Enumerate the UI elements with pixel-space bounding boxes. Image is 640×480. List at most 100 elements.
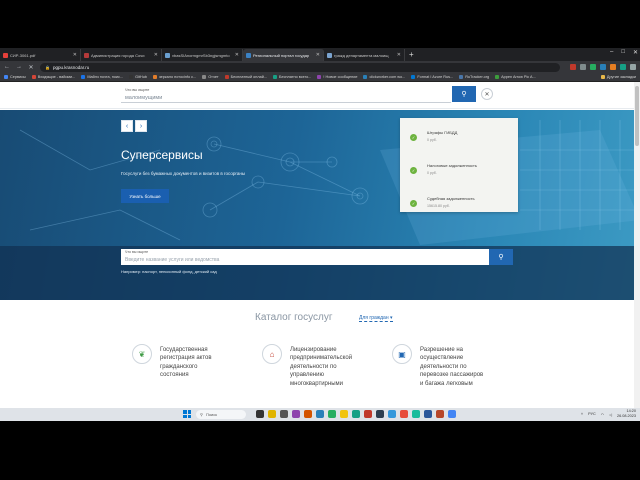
app-icon[interactable] — [340, 410, 348, 418]
tab-close-icon[interactable]: ✕ — [73, 52, 77, 58]
powerpoint-icon[interactable] — [436, 410, 444, 418]
extension-icon[interactable] — [610, 64, 616, 70]
chrome-icon[interactable] — [448, 410, 456, 418]
chevron-down-icon: ▾ — [389, 315, 393, 321]
app-icon[interactable] — [352, 410, 360, 418]
bookmark-item[interactable]: GitHub — [129, 75, 147, 79]
app-icon[interactable] — [364, 410, 372, 418]
extensions — [570, 64, 636, 70]
forward-icon[interactable]: → — [16, 64, 22, 70]
app-icon[interactable] — [316, 410, 324, 418]
carousel-prev-button[interactable]: ‹ — [121, 120, 133, 132]
bookmark-item[interactable]: clickworker.com wo... — [363, 75, 405, 79]
service-title: Штрафы ГИБДД — [427, 130, 458, 135]
app-icon[interactable] — [256, 410, 264, 418]
app-icon[interactable] — [376, 410, 384, 418]
tab-close-icon[interactable]: ✕ — [154, 52, 158, 58]
bookmark-label: Сервисы — [10, 75, 26, 79]
scrollbar-thumb[interactable] — [635, 86, 639, 146]
bookmark-item[interactable]: Бесплатно всего... — [273, 75, 311, 79]
tab-title: гражд департамента малоищ — [334, 52, 389, 58]
search-example: Например: паспорт, пенсионный фонд, детс… — [121, 269, 217, 274]
app-icon[interactable] — [304, 410, 312, 418]
bookmark-item[interactable]: Бесплатный онлай... — [224, 75, 267, 79]
chevron-up-icon[interactable]: ˄ — [581, 412, 583, 416]
bookmark-label: RuTracker.org — [465, 75, 490, 79]
app-icon[interactable] — [400, 410, 408, 418]
catalog-item[interactable]: ⌂ Лицензирование предпринимательской деят… — [262, 344, 382, 404]
app-icon[interactable] — [292, 410, 300, 418]
bookmark-item[interactable]: зеркало нотосinfo с... — [152, 75, 196, 79]
extension-icon[interactable] — [620, 64, 626, 70]
bookmark-label: ! Новое сообщение — [323, 75, 358, 79]
minimize-icon[interactable]: – — [610, 49, 613, 56]
bookmark-favicon-icon — [129, 75, 134, 79]
menu-icon[interactable] — [630, 64, 636, 70]
browser-tab[interactable]: СИР-3061.pdf ✕ — [0, 49, 81, 61]
catalog-item[interactable]: ▣ Разрешение на осуществление деятельност… — [392, 344, 512, 404]
browser-tab[interactable]: Администрация города Сочи ✕ — [81, 49, 162, 61]
extension-icon[interactable] — [600, 64, 606, 70]
window-controls: – □ ✕ — [610, 49, 638, 56]
web-page: Что вы ищите малоимущими ⚲ ✕ ‹ › Суперсе… — [0, 82, 640, 408]
carousel-next-button[interactable]: › — [135, 120, 147, 132]
windows-start-icon[interactable] — [183, 410, 191, 418]
bookmark-item[interactable]: RuTracker.org — [459, 75, 489, 79]
app-icon[interactable] — [388, 410, 396, 418]
new-tab-button[interactable]: + — [405, 49, 418, 61]
volume-icon[interactable]: ◁ — [609, 412, 612, 417]
house-icon: ⌂ — [262, 344, 282, 364]
tab-favicon-icon — [84, 52, 89, 58]
app-icon[interactable] — [280, 410, 288, 418]
bookmark-item[interactable]: Майлз почта, поис... — [81, 75, 123, 79]
word-icon[interactable] — [424, 410, 432, 418]
bookmark-item[interactable]: Appen Arrow Pic A... — [495, 75, 536, 79]
browser-tab[interactable]: vbasSIAnormgmrSb3ngjsmgmto ✕ — [162, 49, 243, 61]
catalog-item[interactable]: ❦ Государственная регистрация актов гражд… — [132, 344, 252, 404]
address-field[interactable]: 🔒 pgpu.krasnodar.ru — [40, 62, 560, 72]
bookmark-label: clickworker.com wo... — [369, 75, 406, 79]
close-window-icon[interactable]: ✕ — [633, 49, 638, 56]
chevron-right-icon: › — [139, 122, 143, 130]
app-icon[interactable] — [268, 410, 276, 418]
service-search-field[interactable]: Что вы ищите Введите название услуги или… — [121, 249, 489, 265]
bookmark-label: Format I Azure Rus... — [417, 75, 454, 79]
tab-close-icon[interactable]: ✕ — [316, 52, 320, 58]
bookmark-favicon-icon — [273, 75, 277, 79]
back-icon[interactable]: ← — [4, 64, 10, 70]
extension-icon[interactable] — [590, 64, 596, 70]
bookmark-item[interactable]: Отчет — [202, 75, 219, 79]
app-icon[interactable] — [412, 410, 420, 418]
bookmark-label: GitHub — [135, 75, 147, 79]
bookmark-item[interactable]: ! Новое сообщение — [317, 75, 357, 79]
bookmark-item[interactable]: Сервисы — [4, 75, 26, 79]
reload-icon[interactable]: ✕ — [28, 64, 34, 71]
service-search-button[interactable]: ⚲ — [489, 249, 513, 265]
taskbar-search[interactable]: ⚲ Поиск — [196, 410, 246, 419]
extension-icon[interactable] — [570, 64, 576, 70]
language-indicator[interactable]: РУС — [588, 412, 596, 416]
other-bookmarks[interactable]: Другие закладки — [600, 75, 636, 79]
bookmark-item[interactable]: Входящие - вайоми... — [31, 75, 75, 79]
learn-more-button[interactable]: Узнать больше — [121, 189, 169, 203]
tab-close-icon[interactable]: ✕ — [235, 52, 239, 58]
browser-tab[interactable]: Региональный портал государ ✕ — [243, 49, 324, 61]
top-search-value: малоимущими — [125, 95, 163, 101]
bookmark-item[interactable]: Format I Azure Rus... — [411, 75, 453, 79]
divider — [0, 108, 640, 109]
close-search-button[interactable]: ✕ — [481, 88, 493, 100]
wifi-icon[interactable]: ◠ — [601, 412, 604, 417]
extension-icon[interactable] — [580, 64, 586, 70]
app-icon[interactable] — [328, 410, 336, 418]
page-scrollbar[interactable] — [634, 82, 640, 408]
tab-close-icon[interactable]: ✕ — [397, 52, 401, 58]
clock[interactable]: 14:20 26.08.2023 — [617, 409, 636, 419]
maximize-icon[interactable]: □ — [621, 49, 625, 56]
bookmark-label: Appen Arrow Pic A... — [501, 75, 536, 79]
catalog-filter-dropdown[interactable]: Для граждан ▾ — [359, 315, 393, 322]
catalog-item-text: Разрешение на осуществление деятельности… — [420, 347, 484, 387]
top-search-button[interactable]: ⚲ — [452, 86, 476, 102]
top-search-field[interactable]: Что вы ищите малоимущими — [121, 88, 451, 103]
browser-tab[interactable]: гражд департамента малоищ ✕ — [324, 49, 405, 61]
screen: СИР-3061.pdf ✕ Администрация города Сочи ✕ v… — [0, 48, 640, 421]
